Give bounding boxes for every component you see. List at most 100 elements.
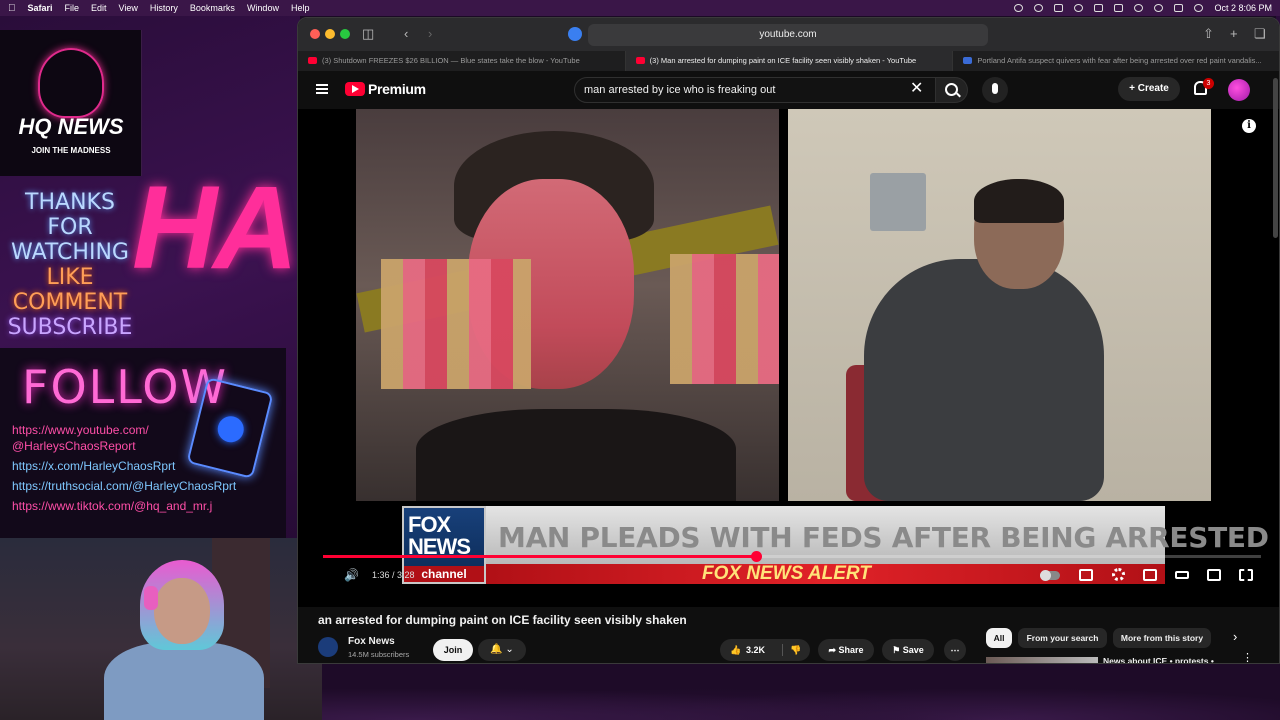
share-icon[interactable]: ⇧ (1203, 26, 1214, 42)
menu-icon[interactable] (316, 84, 328, 94)
progress-bar[interactable] (323, 551, 1261, 562)
chip-from-search[interactable]: From your search (1018, 628, 1107, 648)
privacy-shield-icon[interactable] (568, 27, 582, 41)
control-center-icon[interactable] (1174, 4, 1184, 12)
like-count[interactable]: 3.2K (746, 639, 765, 661)
youtube-premium-label[interactable]: Premium (368, 81, 426, 97)
thanks-line: THANKS (25, 190, 115, 215)
autoplay-toggle[interactable] (1040, 570, 1060, 581)
voice-search-button[interactable] (982, 77, 1008, 103)
forward-icon[interactable]: › (428, 26, 432, 41)
extension-icon[interactable] (1054, 4, 1064, 12)
search-icon[interactable] (1154, 4, 1164, 12)
recommendation-thumbnail[interactable] (986, 657, 1098, 663)
safari-titlebar: ◫ ‹ › youtube.com ⇧ + ❏ (298, 18, 1279, 51)
menu-edit[interactable]: Edit (91, 3, 107, 13)
back-icon[interactable]: ‹ (404, 26, 408, 41)
tab-man-arrested[interactable]: (3) Man arrested for dumping paint on IC… (625, 51, 954, 71)
social-link-x: https://x.com/HarleyChaosRprt (12, 459, 176, 473)
video-title: an arrested for dumping paint on ICE fac… (318, 613, 687, 627)
create-button[interactable]: + Create (1118, 77, 1180, 101)
join-button[interactable]: Join (433, 639, 473, 661)
menu-view[interactable]: View (119, 3, 138, 13)
menu-app[interactable]: Safari (28, 3, 53, 13)
page-scrollbar[interactable] (1273, 78, 1278, 238)
captions-icon[interactable] (1079, 569, 1093, 581)
chip-all[interactable]: All (986, 628, 1012, 648)
menubar-clock[interactable]: Oct 2 8:06 PM (1214, 3, 1272, 13)
zoom-window-button[interactable] (340, 29, 350, 39)
dislike-icon[interactable]: 👎 (790, 639, 801, 661)
battery-icon[interactable] (1114, 4, 1124, 12)
like-divider (782, 644, 783, 656)
info-icon[interactable]: i (1242, 119, 1256, 133)
address-bar[interactable]: youtube.com (588, 24, 988, 46)
apple-icon[interactable]:  (8, 3, 16, 14)
social-link-youtube: https://www.youtube.com/ (12, 423, 149, 437)
wifi-icon[interactable] (1134, 4, 1144, 12)
bluetooth-icon[interactable] (1094, 4, 1104, 12)
tab-overview-icon[interactable]: ❏ (1254, 26, 1266, 42)
tab-shutdown[interactable]: (3) Shutdown FREEZES $26 BILLION — Blue … (298, 51, 626, 71)
sidebar-icon[interactable]: ◫ (362, 26, 374, 42)
volume-icon[interactable]: 🔊 (344, 568, 359, 582)
clear-search-icon[interactable]: ✕ (910, 80, 923, 98)
thanks-line: FOR (47, 215, 93, 240)
subscriber-count: 14.5M subscribers (348, 650, 410, 659)
tab-portland-antifa[interactable]: Portland Antifa suspect quivers with fea… (953, 51, 1279, 71)
fox-logo-line1: FOX (408, 512, 451, 537)
chevron-down-icon: ⌄ (505, 644, 514, 655)
chip-more-story[interactable]: More from this story (1113, 628, 1211, 648)
youtube-logo-icon[interactable] (345, 82, 365, 96)
like-dislike-group: 👍 3.2K 👎 (720, 639, 810, 661)
notification-badge: 3 (1203, 78, 1214, 89)
share-button[interactable]: ➦ Share (818, 639, 874, 661)
siri-icon[interactable] (1194, 4, 1204, 12)
fullscreen-icon[interactable] (1239, 569, 1253, 581)
like-icon[interactable]: 👍 (730, 639, 741, 661)
share-icon: ➦ (828, 645, 836, 655)
airplay-icon[interactable] (1207, 569, 1221, 581)
menu-history[interactable]: History (150, 3, 178, 13)
seated-person-body (864, 259, 1104, 501)
account-avatar[interactable] (1228, 79, 1250, 101)
create-label: Create (1137, 83, 1169, 94)
menu-window[interactable]: Window (247, 3, 279, 13)
video-frame-right (788, 109, 1211, 501)
chevron-right-icon[interactable]: › (1233, 629, 1237, 644)
social-link-youtube-handle: @HarleysChaosReport (12, 439, 136, 453)
subscription-bell-button[interactable]: 🔔 ⌄ (478, 639, 526, 661)
moon-icon[interactable] (1034, 4, 1044, 12)
search-button[interactable] (936, 77, 968, 103)
macos-menubar:  Safari File Edit View History Bookmark… (0, 0, 1280, 16)
search-input[interactable]: man arrested by ice who is freaking out (574, 77, 936, 103)
player-controls: 🔊 1:36 / 3:28 (298, 563, 1279, 591)
safari-tabs: (3) Shutdown FREEZES $26 BILLION — Blue … (298, 51, 1279, 71)
recommendation-title[interactable]: News about ICE • protests • (1103, 656, 1214, 663)
save-button[interactable]: ⚑ Save (882, 639, 934, 661)
minimize-window-button[interactable] (325, 29, 335, 39)
tab-label: (3) Man arrested for dumping paint on IC… (649, 56, 917, 65)
more-actions-button[interactable]: ⋯ (944, 639, 966, 661)
progress-scrubber[interactable] (750, 551, 762, 562)
menu-file[interactable]: File (65, 3, 80, 13)
miniplayer-icon[interactable] (1143, 569, 1157, 581)
theater-mode-icon[interactable] (1175, 571, 1189, 579)
video-player[interactable]: i MAN PLEADS WITH FEDS AFTER BEING ARRES… (298, 109, 1279, 607)
kebab-menu-icon[interactable]: ⋮ (1242, 651, 1253, 663)
follow-title: FOLLOW (22, 360, 228, 414)
safari-window: ◫ ‹ › youtube.com ⇧ + ❏ (3) Shutdown FRE… (297, 17, 1280, 664)
new-tab-icon[interactable]: + (1230, 26, 1238, 41)
headphones-icon[interactable] (1074, 4, 1084, 12)
close-window-button[interactable] (310, 29, 320, 39)
channel-name[interactable]: Fox News (348, 636, 395, 647)
channel-avatar[interactable] (318, 637, 338, 657)
thanks-message: THANKS FOR WATCHING LIKE COMMENT SUBSCRI… (0, 190, 140, 340)
webcam-feed (0, 538, 322, 720)
status-icon[interactable] (1014, 4, 1024, 12)
youtube-favicon-icon (308, 57, 317, 64)
settings-gear-icon[interactable] (1112, 568, 1125, 581)
menu-help[interactable]: Help (291, 3, 310, 13)
menu-bookmarks[interactable]: Bookmarks (190, 3, 235, 13)
social-link-tiktok: https://www.tiktok.com/@hq_and_mr.j (12, 499, 213, 513)
